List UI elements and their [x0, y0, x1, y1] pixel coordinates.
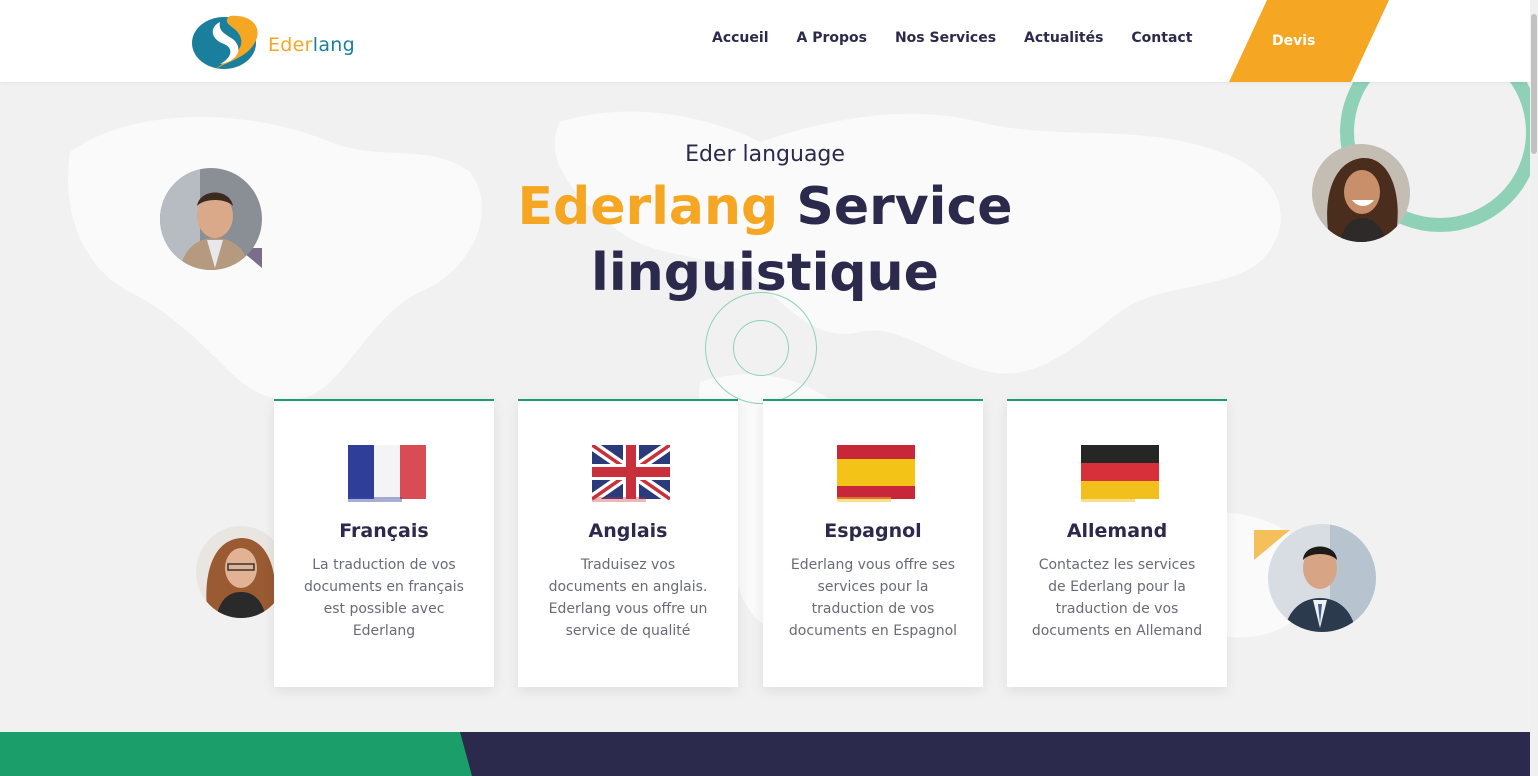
decorative-circle-inner [733, 320, 789, 376]
card-text: Traduisez vos documents en anglais. Eder… [548, 557, 708, 639]
card-title: Espagnol [824, 520, 922, 542]
germany-flag-icon [1081, 445, 1159, 502]
devis-button[interactable]: Devis [1229, 0, 1389, 82]
language-card-allemand[interactable]: Allemand Contactez les services de Ederl… [1007, 399, 1227, 687]
hero-title-highlight: Ederlang [517, 177, 779, 237]
card-title: Anglais [588, 520, 668, 542]
language-card-espagnol[interactable]: Espagnol Ederlang vous offre ses service… [763, 399, 983, 687]
avatar-woman-top-right [1312, 144, 1410, 242]
card-title: Allemand [1066, 520, 1168, 542]
card-title: Français [339, 520, 429, 542]
nav-actualites[interactable]: Actualités [1024, 30, 1103, 46]
avatar-woman-bottom-left [196, 526, 286, 618]
hero-title-rest: Service [778, 177, 1013, 237]
card-text: La traduction de vos documents en frança… [304, 557, 464, 639]
site-header: Ederlang Accueil A Propos Nos Services A… [0, 0, 1530, 82]
logo-mark-icon [192, 15, 258, 70]
nav-accueil[interactable]: Accueil [712, 30, 769, 46]
spain-flag-icon [837, 445, 915, 502]
card-text: Ederlang vous offre ses services pour la… [788, 557, 958, 639]
language-card-anglais[interactable]: Anglais Traduisez vos documents en angla… [518, 399, 738, 687]
hero-section: Eder language Ederlang Service linguisti… [0, 82, 1530, 732]
logo-wordmark: Ederlang [268, 34, 356, 56]
footer-band-green-shape [0, 732, 472, 776]
main-nav: Accueil A Propos Nos Services Actualités… [712, 30, 1220, 46]
hero-pretitle: Eder language [685, 142, 845, 167]
devis-button-label: Devis [1272, 33, 1316, 49]
nav-contact[interactable]: Contact [1131, 30, 1192, 46]
avatar-man-top-left [160, 168, 262, 270]
france-flag-icon [348, 445, 426, 502]
nav-a-propos[interactable]: A Propos [797, 30, 867, 46]
scrollbar-thumb[interactable] [1531, 14, 1537, 154]
page-scrollbar[interactable] [1530, 0, 1538, 776]
footer-band [0, 732, 1530, 776]
ederlang-logo[interactable]: Ederlang [190, 10, 365, 72]
card-text: Contactez les services de Ederlang pour … [1031, 557, 1203, 639]
avatar-man-bottom-right [1268, 524, 1376, 632]
uk-flag-icon [592, 445, 670, 503]
nav-nos-services[interactable]: Nos Services [895, 30, 996, 46]
language-card-francais[interactable]: Français La traduction de vos documents … [274, 399, 494, 687]
